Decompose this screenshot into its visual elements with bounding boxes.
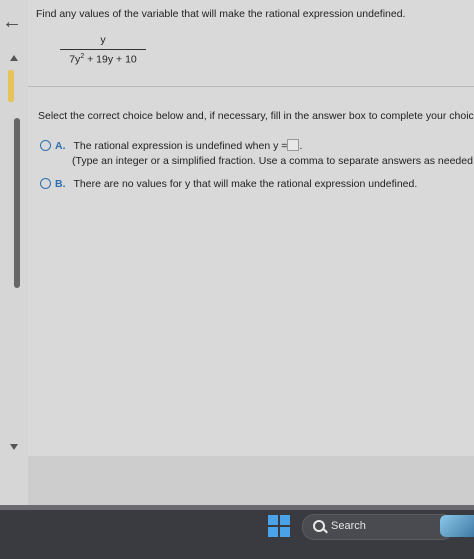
panel-tab[interactable] [8,70,14,102]
back-arrow-icon[interactable]: ← [2,12,22,32]
scrollbar-thumb[interactable] [14,118,20,288]
choice-a-hint: (Type an integer or a simplified fractio… [72,155,474,167]
windows-start-icon[interactable] [268,515,290,537]
denominator-rest: + 19y + 10 [84,53,137,66]
question-panel: Find any values of the variable that wil… [28,0,474,505]
search-icon [313,520,325,532]
rational-expression: y 7y2 + 19y + 10 [58,34,148,66]
scroll-up-icon[interactable] [10,55,18,61]
divider [28,86,474,87]
denominator-term: 7y [69,53,81,66]
choice-a-letter: A. [55,140,66,152]
panel-footer [28,456,474,505]
numerator: y [100,34,106,46]
choice-b-letter: B. [55,178,66,190]
taskbar-edge [0,505,474,510]
denominator: 7y2 + 19y + 10 [58,50,148,66]
taskbar-search[interactable]: Search [302,514,454,540]
instruction-text: Select the correct choice below and, if … [38,110,474,122]
radio-b[interactable] [40,177,51,189]
choice-b-text: There are no values for y that will make… [73,178,418,190]
choice-b[interactable]: B. There are no values for y that will ma… [40,177,418,190]
scroll-down-icon[interactable] [10,444,18,450]
left-rail: ← [0,0,28,505]
question-prompt: Find any values of the variable that wil… [36,8,406,20]
widget-thumbnail[interactable] [440,515,474,537]
search-label: Search [331,520,366,532]
choice-a-period: . [299,140,303,152]
choice-a-text: The rational expression is undefined whe… [73,140,288,152]
radio-a[interactable] [40,139,51,151]
answer-box[interactable] [287,139,300,152]
choice-a[interactable]: A. The rational expression is undefined w… [40,139,303,152]
